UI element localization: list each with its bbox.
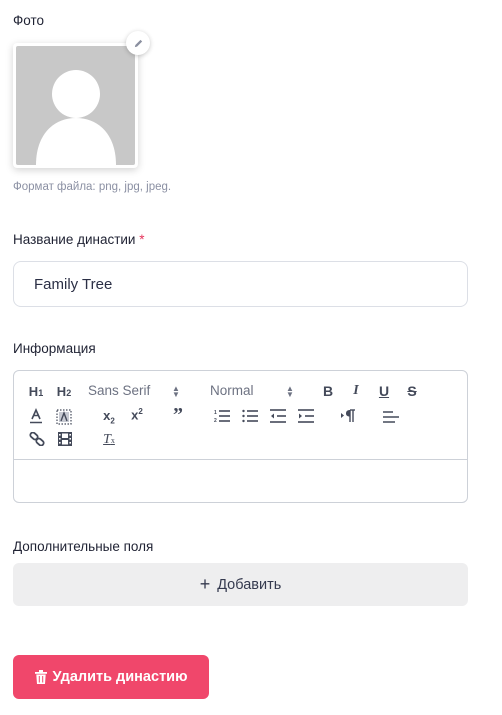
background-color-icon [56,408,72,425]
pencil-icon [134,39,142,47]
quote-icon: ” [173,403,183,426]
font-picker-label: Sans Serif [88,383,151,398]
user-silhouette-icon [36,70,116,165]
italic-icon: I [353,383,359,398]
bold-icon: B [322,383,334,399]
dynasty-name-label: Название династии * [13,232,145,247]
superscript-button[interactable]: x2 [126,406,148,423]
clear-format-button[interactable]: Tx [99,431,119,448]
bold-button[interactable]: B [320,383,336,399]
bullet-list-icon [242,409,258,423]
blockquote-button[interactable]: ” [170,404,186,426]
chevron-down-icon: ▼ [286,390,294,399]
outdent-icon [270,409,286,423]
text-color-icon [30,408,42,424]
svg-text:1: 1 [214,410,217,416]
header1-icon: H1 [28,383,44,399]
file-format-hint: Формат файла: png, jpg, jpeg. [13,181,172,193]
editor-content[interactable] [14,460,467,502]
text-direction-button[interactable] [339,408,357,424]
dynasty-name-label-text: Название династии [13,232,136,247]
link-button[interactable] [28,431,46,447]
indent-icon [298,409,314,423]
film-icon [58,432,72,446]
text-color-button[interactable] [28,407,44,425]
info-label: Информация [13,341,96,356]
edit-photo-button[interactable] [126,31,150,55]
italic-button[interactable]: I [348,383,364,399]
svg-text:2: 2 [214,418,217,423]
rich-text-editor: H1 H2 Sans Serif ▲ ▼ Normal ▲ ▼ B I U S [13,370,468,503]
ordered-list-button[interactable]: 1 2 [213,408,231,424]
chevron-down-icon: ▼ [172,390,180,399]
link-icon [29,432,45,446]
background-color-button[interactable] [55,408,73,425]
strike-button[interactable]: S [404,383,420,399]
outdent-button[interactable] [269,408,287,424]
delete-dynasty-button[interactable]: Удалить династию [13,655,209,699]
ordered-list-icon: 1 2 [214,410,230,423]
bullet-list-button[interactable] [241,408,259,424]
extra-fields-label: Дополнительные поля [13,539,154,554]
indent-button[interactable] [297,408,315,424]
required-mark: * [139,232,145,247]
font-picker[interactable]: Sans Serif ▲ ▼ [88,383,184,399]
delete-dynasty-label: Удалить династию [52,669,188,685]
dynasty-name-input[interactable] [13,261,468,307]
plus-icon: + [199,574,211,594]
subscript-button[interactable]: x2 [98,407,120,426]
video-button[interactable] [56,431,74,447]
editor-toolbar: H1 H2 Sans Serif ▲ ▼ Normal ▲ ▼ B I U S [14,371,467,460]
clear-format-icon: Tx [103,431,115,447]
header2-button[interactable]: H2 [54,383,74,399]
header1-button[interactable]: H1 [26,383,46,399]
avatar-placeholder [16,46,135,165]
strike-icon: S [407,383,417,399]
size-picker[interactable]: Normal ▲ ▼ [210,383,302,399]
header2-icon: H2 [56,383,72,399]
align-button[interactable] [382,409,400,425]
subscript-icon: x2 [103,407,115,426]
trash-icon [34,670,47,684]
superscript-icon: x2 [131,406,143,423]
size-picker-label: Normal [210,383,254,398]
add-field-button[interactable]: + Добавить [13,563,468,606]
underline-icon: U [378,383,390,399]
add-field-label: Добавить [217,576,282,593]
underline-button[interactable]: U [376,383,392,399]
photo-label: Фото [13,13,45,28]
photo-preview[interactable] [13,43,138,168]
align-left-icon [383,411,399,423]
paragraph-direction-icon [341,409,355,422]
